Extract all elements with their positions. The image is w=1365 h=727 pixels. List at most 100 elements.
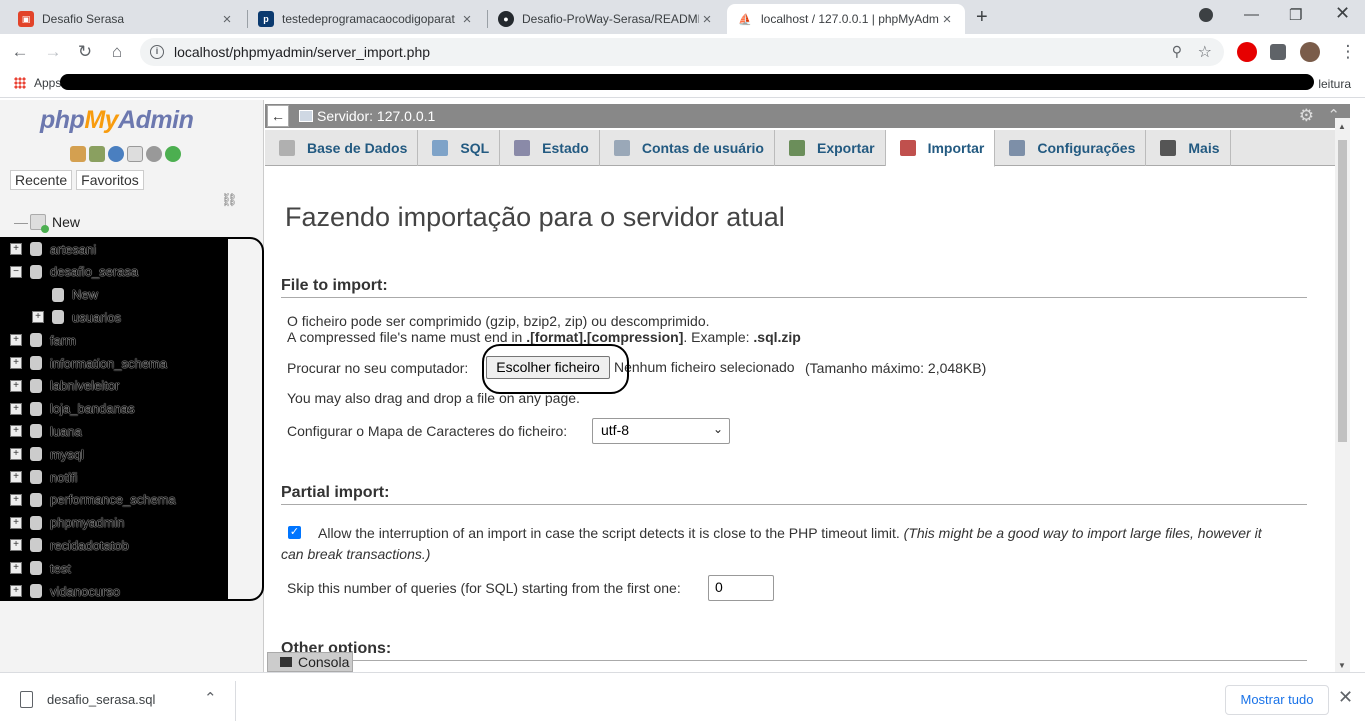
browser-tab-4-active[interactable]: ⛵ localhost / 127.0.0.1 | phpMyAdm × xyxy=(727,4,965,34)
expand-toggle-icon[interactable]: + xyxy=(10,493,22,506)
help-icon[interactable] xyxy=(108,146,124,162)
status-icon xyxy=(514,140,531,156)
close-icon[interactable]: × xyxy=(939,11,955,28)
restore-button[interactable]: ❐ xyxy=(1289,6,1302,24)
info-icon[interactable]: i xyxy=(150,45,164,59)
database-item[interactable]: + phpmyadmin xyxy=(10,513,124,533)
expand-toggle-icon[interactable]: + xyxy=(10,243,22,255)
expand-toggle-icon[interactable]: + xyxy=(10,402,22,415)
charset-select[interactable]: utf-8 ⌄ xyxy=(592,418,730,444)
server-label[interactable]: Servidor: 127.0.0.1 xyxy=(317,108,435,124)
menu-tab-sql[interactable]: SQL xyxy=(418,130,501,166)
database-item[interactable]: New xyxy=(32,285,98,305)
server-breadcrumb-bar: ← Servidor: 127.0.0.1 ⚙ ⌃ xyxy=(265,104,1350,128)
menu-tab-estado[interactable]: Estado xyxy=(500,130,600,166)
database-item[interactable]: + luana xyxy=(10,421,82,441)
link-icon[interactable]: ⛓ xyxy=(221,192,238,208)
scroll-thumb[interactable] xyxy=(1338,140,1347,442)
database-item[interactable]: + information_schema xyxy=(10,353,167,373)
menu-tab-base-de-dados[interactable]: Base de Dados xyxy=(265,130,419,166)
download-item[interactable]: desafio_serasa.sql xyxy=(20,691,155,708)
expand-toggle-icon[interactable]: + xyxy=(10,334,22,347)
skip-queries-input[interactable]: 0 xyxy=(708,575,774,601)
expand-toggle-icon[interactable]: + xyxy=(10,357,22,369)
browser-tab-3[interactable]: ● Desafio-ProWay-Serasa/README × xyxy=(488,4,725,34)
gear-icon[interactable]: ⚙ xyxy=(1299,106,1314,126)
menu-tab-configura-es[interactable]: Configurações xyxy=(995,130,1147,166)
charset-label: Configurar o Mapa de Caracteres do fiche… xyxy=(287,423,568,439)
database-name: phpmyadmin xyxy=(50,515,125,531)
bookmark-star-icon[interactable]: ☆ xyxy=(1198,42,1212,62)
collapse-nav-button[interactable]: ← xyxy=(267,105,289,127)
pma-logo[interactable]: phpMyAdmin xyxy=(40,106,194,135)
menu-tab-mais[interactable]: Mais xyxy=(1146,130,1231,166)
apps-bookmark[interactable]: Apps xyxy=(14,76,61,90)
favorites-tab[interactable]: Favoritos xyxy=(76,170,144,190)
main-scrollbar[interactable]: ▲ ▼ xyxy=(1335,118,1350,672)
logout-icon[interactable] xyxy=(89,146,105,162)
close-icon[interactable]: × xyxy=(459,11,475,28)
scroll-up-icon[interactable]: ▲ xyxy=(1338,122,1346,131)
database-item[interactable]: + labniveleitor xyxy=(10,376,119,396)
settings-icon[interactable] xyxy=(146,146,162,162)
expand-toggle-icon[interactable]: + xyxy=(10,448,22,461)
download-bar: desafio_serasa.sql ⌃ Mostrar tudo ✕ xyxy=(0,672,1365,727)
home-button[interactable]: ⌂ xyxy=(105,40,129,64)
reload-button[interactable]: ↻ xyxy=(73,40,97,64)
extensions-icon[interactable] xyxy=(1270,44,1286,60)
close-download-bar-icon[interactable]: ✕ xyxy=(1338,687,1353,708)
database-name: vidanocurso xyxy=(50,583,121,599)
database-item[interactable]: − desafio_serasa xyxy=(10,262,138,282)
window-close-button[interactable]: ✕ xyxy=(1335,3,1350,24)
console-toggle[interactable]: Consola xyxy=(267,652,353,672)
menu-kebab-icon[interactable]: ⋮ xyxy=(1336,40,1360,64)
expand-toggle-icon[interactable]: + xyxy=(10,516,22,529)
zoom-icon[interactable]: ⚲ xyxy=(1172,43,1182,60)
database-item[interactable]: + recidadotatob xyxy=(10,535,129,555)
expand-toggle-icon[interactable]: − xyxy=(10,265,22,278)
database-item[interactable]: + vidanocurso xyxy=(10,581,120,601)
address-bar[interactable]: i localhost/phpmyadmin/server_import.php… xyxy=(140,38,1224,66)
show-all-button[interactable]: Mostrar tudo xyxy=(1225,685,1329,715)
expand-toggle-icon[interactable]: + xyxy=(10,539,22,552)
database-item[interactable]: + artesani xyxy=(10,239,96,259)
tab-search-icon[interactable] xyxy=(1199,8,1213,22)
database-item[interactable]: + loja_bandanas xyxy=(10,399,135,419)
minimize-button[interactable]: — xyxy=(1244,6,1259,23)
expand-toggle-icon[interactable]: + xyxy=(10,379,22,392)
database-item[interactable]: + test xyxy=(10,558,71,578)
browser-tab-2[interactable]: p testedeprogramacaocodigoparat × xyxy=(248,4,485,34)
expand-toggle-icon[interactable]: + xyxy=(32,311,44,324)
database-item[interactable]: + performance_schema xyxy=(10,490,176,510)
database-item[interactable]: + usuarios xyxy=(32,307,121,327)
expand-toggle-icon[interactable]: + xyxy=(10,425,22,438)
database-icon xyxy=(52,310,64,325)
menu-tab-exportar[interactable]: Exportar xyxy=(775,130,886,166)
nav-icon-row xyxy=(70,146,181,162)
menu-tab-contas-de-usu-rio[interactable]: Contas de usuário xyxy=(600,130,775,166)
expand-toggle-icon[interactable]: + xyxy=(10,471,22,483)
avatar[interactable] xyxy=(1300,42,1320,62)
expand-toggle-icon[interactable]: + xyxy=(10,585,22,597)
reload-nav-icon[interactable] xyxy=(165,146,181,162)
back-button[interactable]: ← xyxy=(8,40,32,64)
docs-icon[interactable] xyxy=(127,146,143,162)
expand-toggle-icon[interactable]: + xyxy=(10,562,22,575)
menu-tab-importar[interactable]: Importar xyxy=(885,130,996,167)
chevron-up-icon[interactable]: ⌃ xyxy=(204,689,217,707)
opera-adblock-icon[interactable] xyxy=(1237,42,1257,62)
browser-tab-1[interactable]: ▣ Desafio Serasa × xyxy=(8,4,245,34)
close-icon[interactable]: × xyxy=(219,11,235,28)
reading-list[interactable]: leitura xyxy=(1318,77,1351,91)
forward-button[interactable]: → xyxy=(41,40,65,64)
recent-tab[interactable]: Recente xyxy=(10,170,73,190)
allow-interrupt-checkbox[interactable]: ✓ xyxy=(288,526,301,539)
database-item[interactable]: + farm xyxy=(10,330,76,350)
close-icon[interactable]: × xyxy=(699,11,715,28)
new-database-item[interactable]: New xyxy=(30,214,80,233)
database-item[interactable]: + notifi xyxy=(10,467,77,487)
new-tab-button[interactable]: + xyxy=(976,6,988,29)
home-icon[interactable] xyxy=(70,146,86,162)
scroll-down-icon[interactable]: ▼ xyxy=(1338,661,1346,670)
database-item[interactable]: + mysql xyxy=(10,444,84,464)
